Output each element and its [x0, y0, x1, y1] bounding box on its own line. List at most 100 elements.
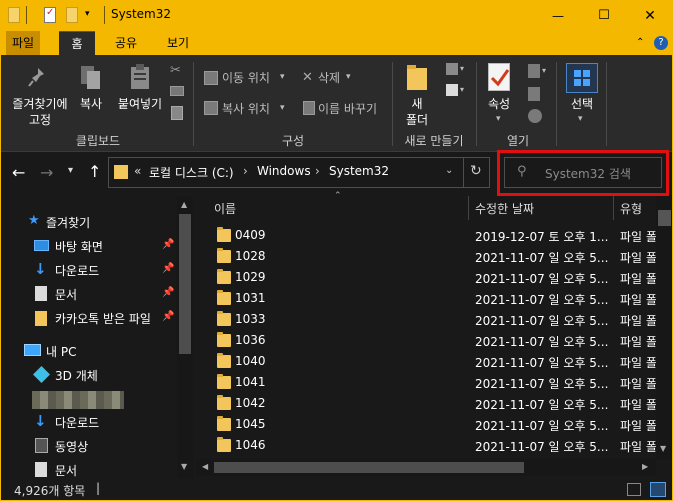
- column-date[interactable]: 수정한 날짜: [475, 200, 534, 217]
- scroll-thumb[interactable]: [179, 214, 191, 354]
- new-folder-label[interactable]: 폴더: [402, 112, 432, 128]
- new-folder-button[interactable]: 새: [402, 96, 432, 112]
- delete-button[interactable]: 삭제: [318, 70, 340, 86]
- paste-button[interactable]: 붙여넣기: [114, 96, 166, 112]
- tab-home[interactable]: 홈: [59, 31, 95, 55]
- scroll-up-icon[interactable]: ▲: [181, 200, 187, 209]
- address-bar[interactable]: « 로컬 디스크 (C:) › Windows › System32 ⌄ ↻: [108, 157, 490, 188]
- move-to-button[interactable]: 이동 위치: [222, 70, 270, 86]
- rename-icon[interactable]: [303, 101, 315, 115]
- forward-icon[interactable]: →: [40, 163, 53, 182]
- scroll-down-icon[interactable]: ▼: [181, 462, 187, 471]
- address-dropdown-icon[interactable]: ⌄: [445, 165, 453, 176]
- crumb-system32[interactable]: System32: [329, 164, 389, 178]
- copy-to-icon[interactable]: [204, 101, 218, 115]
- select-button[interactable]: 선택: [563, 96, 601, 112]
- collapse-ribbon-icon[interactable]: ⌃: [636, 37, 644, 48]
- open-dropdown-icon[interactable]: ▾: [542, 66, 546, 75]
- tab-view[interactable]: 보기: [160, 31, 196, 55]
- delete-icon[interactable]: ✕: [302, 70, 313, 85]
- table-row[interactable]: 1028 2021-11-07 일 오후 5... 파일 폴: [213, 247, 658, 268]
- large-icons-view-icon[interactable]: [650, 482, 666, 497]
- details-view-icon[interactable]: [627, 483, 641, 496]
- paste-icon[interactable]: [129, 64, 151, 92]
- pin-icon[interactable]: [28, 66, 48, 88]
- crumb-windows[interactable]: Windows: [257, 164, 311, 178]
- column-divider[interactable]: [468, 196, 469, 220]
- properties-icon[interactable]: ✓: [44, 7, 56, 23]
- tab-file[interactable]: 파일: [6, 31, 40, 55]
- nav-pc-downloads[interactable]: ↓ 다운로드: [0, 411, 175, 433]
- table-row[interactable]: 1031 2021-11-07 일 오후 5... 파일 폴: [213, 289, 658, 310]
- history-icon[interactable]: [528, 109, 542, 123]
- new-item-icon[interactable]: [446, 63, 458, 75]
- scroll-thumb[interactable]: [658, 210, 671, 226]
- horizontal-scrollbar[interactable]: ◀ ▶: [196, 459, 656, 476]
- nav-kakaotalk-files[interactable]: 카카오톡 받은 파일 📌: [0, 307, 175, 329]
- nav-3d-objects[interactable]: 3D 개체: [0, 364, 175, 386]
- table-row[interactable]: 1042 2021-11-07 일 오후 5... 파일 폴: [213, 394, 658, 415]
- nav-quick-access[interactable]: ★ 즐겨찾기: [0, 211, 175, 233]
- properties-dropdown-icon[interactable]: ▾: [496, 114, 501, 124]
- copy-to-button[interactable]: 복사 위치: [222, 101, 270, 117]
- table-row[interactable]: 1041 2021-11-07 일 오후 5... 파일 폴: [213, 373, 658, 394]
- up-icon[interactable]: ↑: [88, 162, 101, 181]
- rename-button[interactable]: 이름 바꾸기: [318, 101, 377, 117]
- crumb-separator[interactable]: ›: [315, 164, 320, 178]
- pin-to-quick-access-label[interactable]: 고정: [6, 112, 74, 128]
- select-icon[interactable]: [566, 63, 598, 93]
- open-icon[interactable]: [528, 64, 540, 78]
- nav-downloads[interactable]: ↓ 다운로드 📌: [0, 259, 175, 281]
- minimize-button[interactable]: —: [535, 0, 581, 31]
- move-to-icon[interactable]: [204, 71, 218, 85]
- select-dropdown-icon[interactable]: ▾: [578, 114, 583, 124]
- tab-share[interactable]: 공유: [108, 31, 144, 55]
- table-row[interactable]: 1033 2021-11-07 일 오후 5... 파일 폴: [213, 310, 658, 331]
- address-overflow-icon[interactable]: «: [134, 164, 141, 178]
- nav-desktop[interactable]: 바탕 화면 📌: [0, 235, 175, 257]
- new-folder-icon[interactable]: [66, 7, 78, 23]
- table-row[interactable]: 1046 2021-11-07 일 오후 5... 파일 폴: [213, 436, 658, 457]
- pin-to-quick-access-button[interactable]: 즐겨찾기에: [6, 96, 74, 112]
- scroll-down-icon[interactable]: ▼: [660, 444, 666, 453]
- hscroll-thumb[interactable]: [214, 462, 524, 473]
- pin-icon[interactable]: 📌: [162, 287, 174, 298]
- close-button[interactable]: ✕: [627, 0, 673, 31]
- column-divider[interactable]: [613, 196, 614, 220]
- nav-this-pc[interactable]: 내 PC: [0, 340, 175, 362]
- crumb-local-disk[interactable]: 로컬 디스크 (C:): [149, 164, 234, 181]
- title-bar[interactable]: ✓ ▾ System32 — ☐ ✕: [0, 0, 673, 31]
- properties-button[interactable]: 속성: [484, 96, 514, 112]
- copy-button[interactable]: 복사: [76, 96, 106, 112]
- recent-locations-icon[interactable]: ▾: [68, 165, 73, 176]
- easy-access-dropdown-icon[interactable]: ▾: [460, 85, 464, 94]
- delete-dropdown-icon[interactable]: ▾: [346, 72, 351, 82]
- nav-scrollbar[interactable]: ▲ ▼: [177, 196, 193, 478]
- pin-icon[interactable]: 📌: [162, 263, 174, 274]
- refresh-icon[interactable]: ↻: [470, 163, 482, 179]
- copy-path-icon[interactable]: [170, 86, 184, 96]
- column-name[interactable]: 이름: [214, 200, 236, 217]
- table-row[interactable]: 1045 2021-11-07 일 오후 5... 파일 폴: [213, 415, 658, 436]
- move-to-dropdown-icon[interactable]: ▾: [280, 72, 285, 82]
- table-row[interactable]: 1036 2021-11-07 일 오후 5... 파일 폴: [213, 331, 658, 352]
- table-row[interactable]: 1040 2021-11-07 일 오후 5... 파일 폴: [213, 352, 658, 373]
- customize-qat-icon[interactable]: ▾: [85, 9, 90, 19]
- copy-icon[interactable]: [80, 64, 102, 92]
- list-scrollbar[interactable]: ▼: [656, 196, 673, 460]
- new-item-dropdown-icon[interactable]: ▾: [460, 64, 464, 73]
- pin-icon[interactable]: 📌: [162, 311, 174, 322]
- copy-to-dropdown-icon[interactable]: ▾: [280, 103, 285, 113]
- nav-documents[interactable]: 문서 📌: [0, 283, 175, 305]
- column-type[interactable]: 유형: [620, 200, 642, 217]
- table-row[interactable]: 0409 2019-12-07 토 오후 1... 파일 폴: [213, 226, 658, 247]
- properties-big-icon[interactable]: [488, 63, 510, 91]
- table-row[interactable]: 1029 2021-11-07 일 오후 5... 파일 폴: [213, 268, 658, 289]
- new-folder-big-icon[interactable]: [407, 64, 427, 92]
- easy-access-icon[interactable]: [446, 84, 458, 96]
- edit-icon[interactable]: [528, 87, 540, 101]
- back-icon[interactable]: ←: [12, 163, 25, 182]
- maximize-button[interactable]: ☐: [581, 0, 627, 31]
- help-icon[interactable]: ?: [654, 36, 668, 50]
- nav-videos[interactable]: 동영상: [0, 435, 175, 457]
